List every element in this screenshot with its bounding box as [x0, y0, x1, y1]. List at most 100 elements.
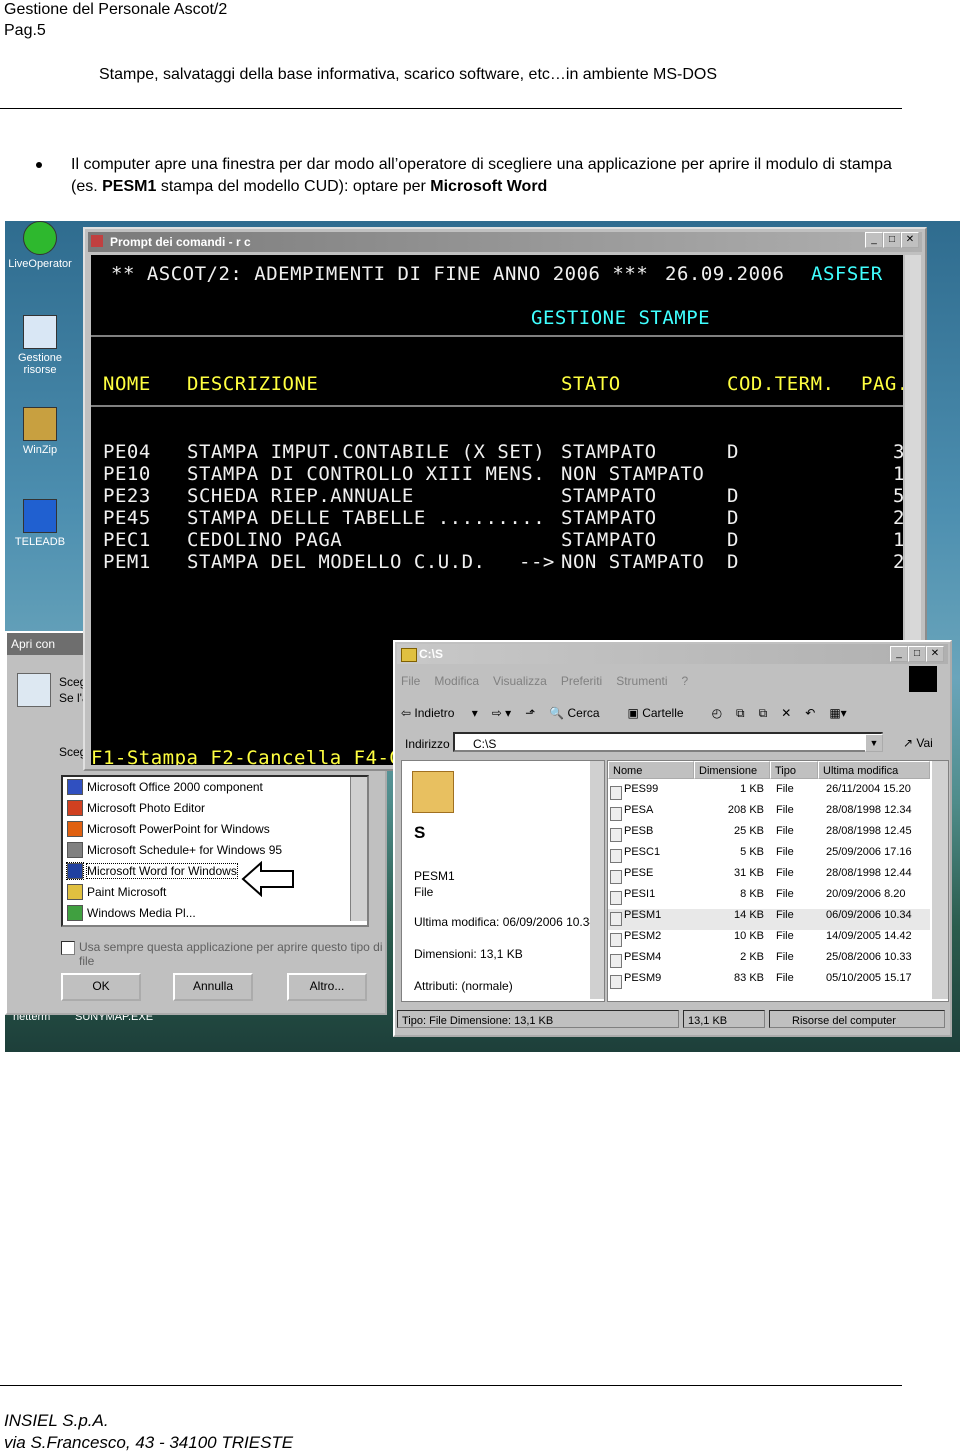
program-item[interactable]: Microsoft Photo Editor — [67, 800, 205, 816]
program-item[interactable]: Microsoft Office 2000 component — [67, 779, 263, 795]
program-item[interactable]: Windows Media Pl... — [67, 905, 196, 921]
menu-help[interactable]: ? — [682, 674, 689, 688]
annulla-button[interactable]: Annulla — [173, 973, 253, 1001]
list-scrollbar[interactable] — [350, 777, 367, 921]
maximize-button[interactable]: □ — [883, 232, 901, 248]
file-size: 25 KB — [734, 825, 764, 837]
windows-logo-icon — [909, 666, 937, 692]
file-name: PES99 — [624, 783, 659, 795]
file-modified: Ultima modifica: 06/09/2006 10.34 — [414, 915, 597, 929]
program-icon — [67, 779, 83, 795]
para-bold-1: PESM1 — [102, 178, 157, 195]
always-use-checkbox[interactable] — [61, 941, 75, 955]
file-icon — [610, 828, 622, 842]
dos-cell-pag: 1 — [893, 529, 903, 551]
menu-modifica[interactable]: Modifica — [434, 674, 479, 688]
file-date: 20/09/2006 8.20 — [826, 888, 906, 900]
undo-icon[interactable]: ↶ — [805, 706, 815, 720]
col-dimensione-header[interactable]: Dimensione — [694, 761, 770, 779]
selected-file-type: File — [414, 885, 434, 899]
menu-strumenti[interactable]: Strumenti — [616, 674, 667, 688]
file-row[interactable]: PESC1 5 KB File 25/09/2006 17.16 — [608, 846, 930, 867]
doc-title: Gestione del Personale Ascot/2 — [4, 1, 228, 18]
file-row[interactable]: PESI1 8 KB File 20/09/2006 8.20 — [608, 888, 930, 909]
folders-button[interactable]: ▣ Cartelle — [628, 706, 698, 720]
close-button[interactable]: ✕ — [901, 232, 919, 248]
desktop-icon-gestione-risorse[interactable]: Gestione risorse — [5, 315, 75, 376]
dos-cell-stato: NON STAMPATO — [561, 463, 705, 485]
file-row[interactable]: PESM2 10 KB File 14/09/2005 14.42 — [608, 930, 930, 951]
dos-cell-pag: 5 — [893, 485, 903, 507]
address-dropdown-icon[interactable]: ▼ — [865, 734, 883, 752]
word-icon — [66, 862, 84, 880]
dos-window-title: Prompt dei comandi - r c — [88, 232, 922, 252]
dos-screen-title: GESTIONE STAMPE — [531, 307, 711, 329]
explorer-window: C:\S _ □ ✕ File Modifica Visualizza Preferi… — [393, 640, 952, 1037]
menu-preferiti[interactable]: Preferiti — [561, 674, 602, 688]
screenshot: LiveOperator Gestione risorse WinZip TEL… — [5, 221, 960, 1052]
views-button[interactable]: ▦▾ — [829, 706, 846, 720]
dos-cell-nome: PE10 — [103, 463, 151, 485]
maximize-button[interactable]: □ — [908, 646, 926, 662]
col-nome-header[interactable]: Nome — [608, 761, 694, 779]
forward-button[interactable]: ⇨ ▾ — [492, 706, 511, 720]
ok-button[interactable]: OK — [61, 973, 141, 1001]
section-subtitle: Stampe, salvataggi della base informativ… — [99, 66, 718, 83]
move-icon[interactable]: ⧉ — [736, 706, 745, 720]
file-list-scrollbar[interactable] — [932, 761, 948, 999]
delete-icon[interactable]: ✕ — [781, 706, 791, 720]
teleadb-icon — [23, 499, 57, 533]
folder-large-icon — [412, 771, 454, 813]
desktop-icon-teleadb[interactable]: TELEADB — [5, 499, 75, 548]
menu-file[interactable]: File — [401, 674, 420, 688]
desktop-icon-winzip[interactable]: WinZip — [5, 407, 75, 456]
copy-icon[interactable]: ⧉ — [759, 706, 768, 720]
menu-visualizza[interactable]: Visualizza — [493, 674, 547, 688]
col-tipo-header[interactable]: Tipo — [770, 761, 818, 779]
desktop-icon-liveoperator[interactable]: LiveOperator — [5, 221, 75, 270]
cmd-icon — [91, 235, 103, 247]
history-icon[interactable]: ◴ — [712, 706, 722, 720]
minimize-button[interactable]: _ — [890, 646, 908, 662]
desktop-icon-label: WinZip — [22, 444, 58, 456]
up-button[interactable]: ⬏ — [525, 706, 535, 720]
close-button[interactable]: ✕ — [926, 646, 944, 662]
page-number: Pag.5 — [4, 22, 46, 39]
footer-address: via S.Francesco, 43 - 34100 TRIESTE — [4, 1433, 294, 1452]
footer-company: INSIEL S.p.A. — [4, 1411, 109, 1430]
program-item[interactable]: Microsoft PowerPoint for Windows — [67, 821, 270, 837]
program-list[interactable]: Microsoft Office 2000 component Microsof… — [61, 775, 369, 927]
menu-bar: File Modifica Visualizza Preferiti Strumenti… — [401, 674, 702, 688]
file-row[interactable]: PESE 31 KB File 28/08/1998 12.44 — [608, 867, 930, 888]
dos-cell-stato: STAMPATO — [561, 441, 657, 463]
file-date: 28/08/1998 12.45 — [826, 825, 912, 837]
dos-cell-cod: D — [727, 529, 739, 551]
program-item-word[interactable]: Microsoft Word for Windows — [66, 862, 238, 880]
file-type: File — [776, 867, 794, 879]
file-size: 10 KB — [734, 930, 764, 942]
col-modifica-header[interactable]: Ultima modifica — [818, 761, 930, 779]
file-row[interactable]: PESB 25 KB File 28/08/1998 12.45 — [608, 825, 930, 846]
file-row[interactable]: PESM9 83 KB File 05/10/2005 15.17 — [608, 972, 930, 993]
file-row[interactable]: PESM1 14 KB File 06/09/2006 10.34 — [608, 909, 930, 930]
file-row[interactable]: PESM4 2 KB File 25/08/2006 10.33 — [608, 951, 930, 972]
program-item[interactable]: Microsoft Schedule+ for Windows 95 — [67, 842, 282, 858]
file-row[interactable]: PES99 1 KB File 26/11/2004 15.20 — [608, 783, 930, 804]
file-name: PESE — [624, 867, 654, 879]
address-input[interactable]: C:\S — [453, 732, 883, 752]
program-item[interactable]: Paint Microsoft — [67, 884, 166, 900]
file-name: PESM9 — [624, 972, 662, 984]
search-button[interactable]: 🔍 Cerca — [549, 706, 613, 720]
dos-function-keys: F1-Stampa F2-Cancella F4-Gest — [91, 747, 438, 765]
dos-cell-descr: STAMPA IMPUT.CONTABILE (X SET) — [187, 441, 546, 463]
details-scrollbar[interactable] — [590, 761, 604, 999]
file-name: PESB — [624, 825, 654, 837]
file-icon — [610, 849, 622, 863]
minimize-button[interactable]: _ — [865, 232, 883, 248]
altro-button[interactable]: Altro... — [287, 973, 367, 1001]
winzip-icon — [23, 407, 57, 441]
back-button[interactable]: ⇦ Indietro ▾ — [401, 706, 478, 720]
file-type: File — [776, 783, 794, 795]
go-button[interactable]: ↗ Vai — [903, 736, 933, 750]
file-row[interactable]: PESA 208 KB File 28/08/1998 12.34 — [608, 804, 930, 825]
